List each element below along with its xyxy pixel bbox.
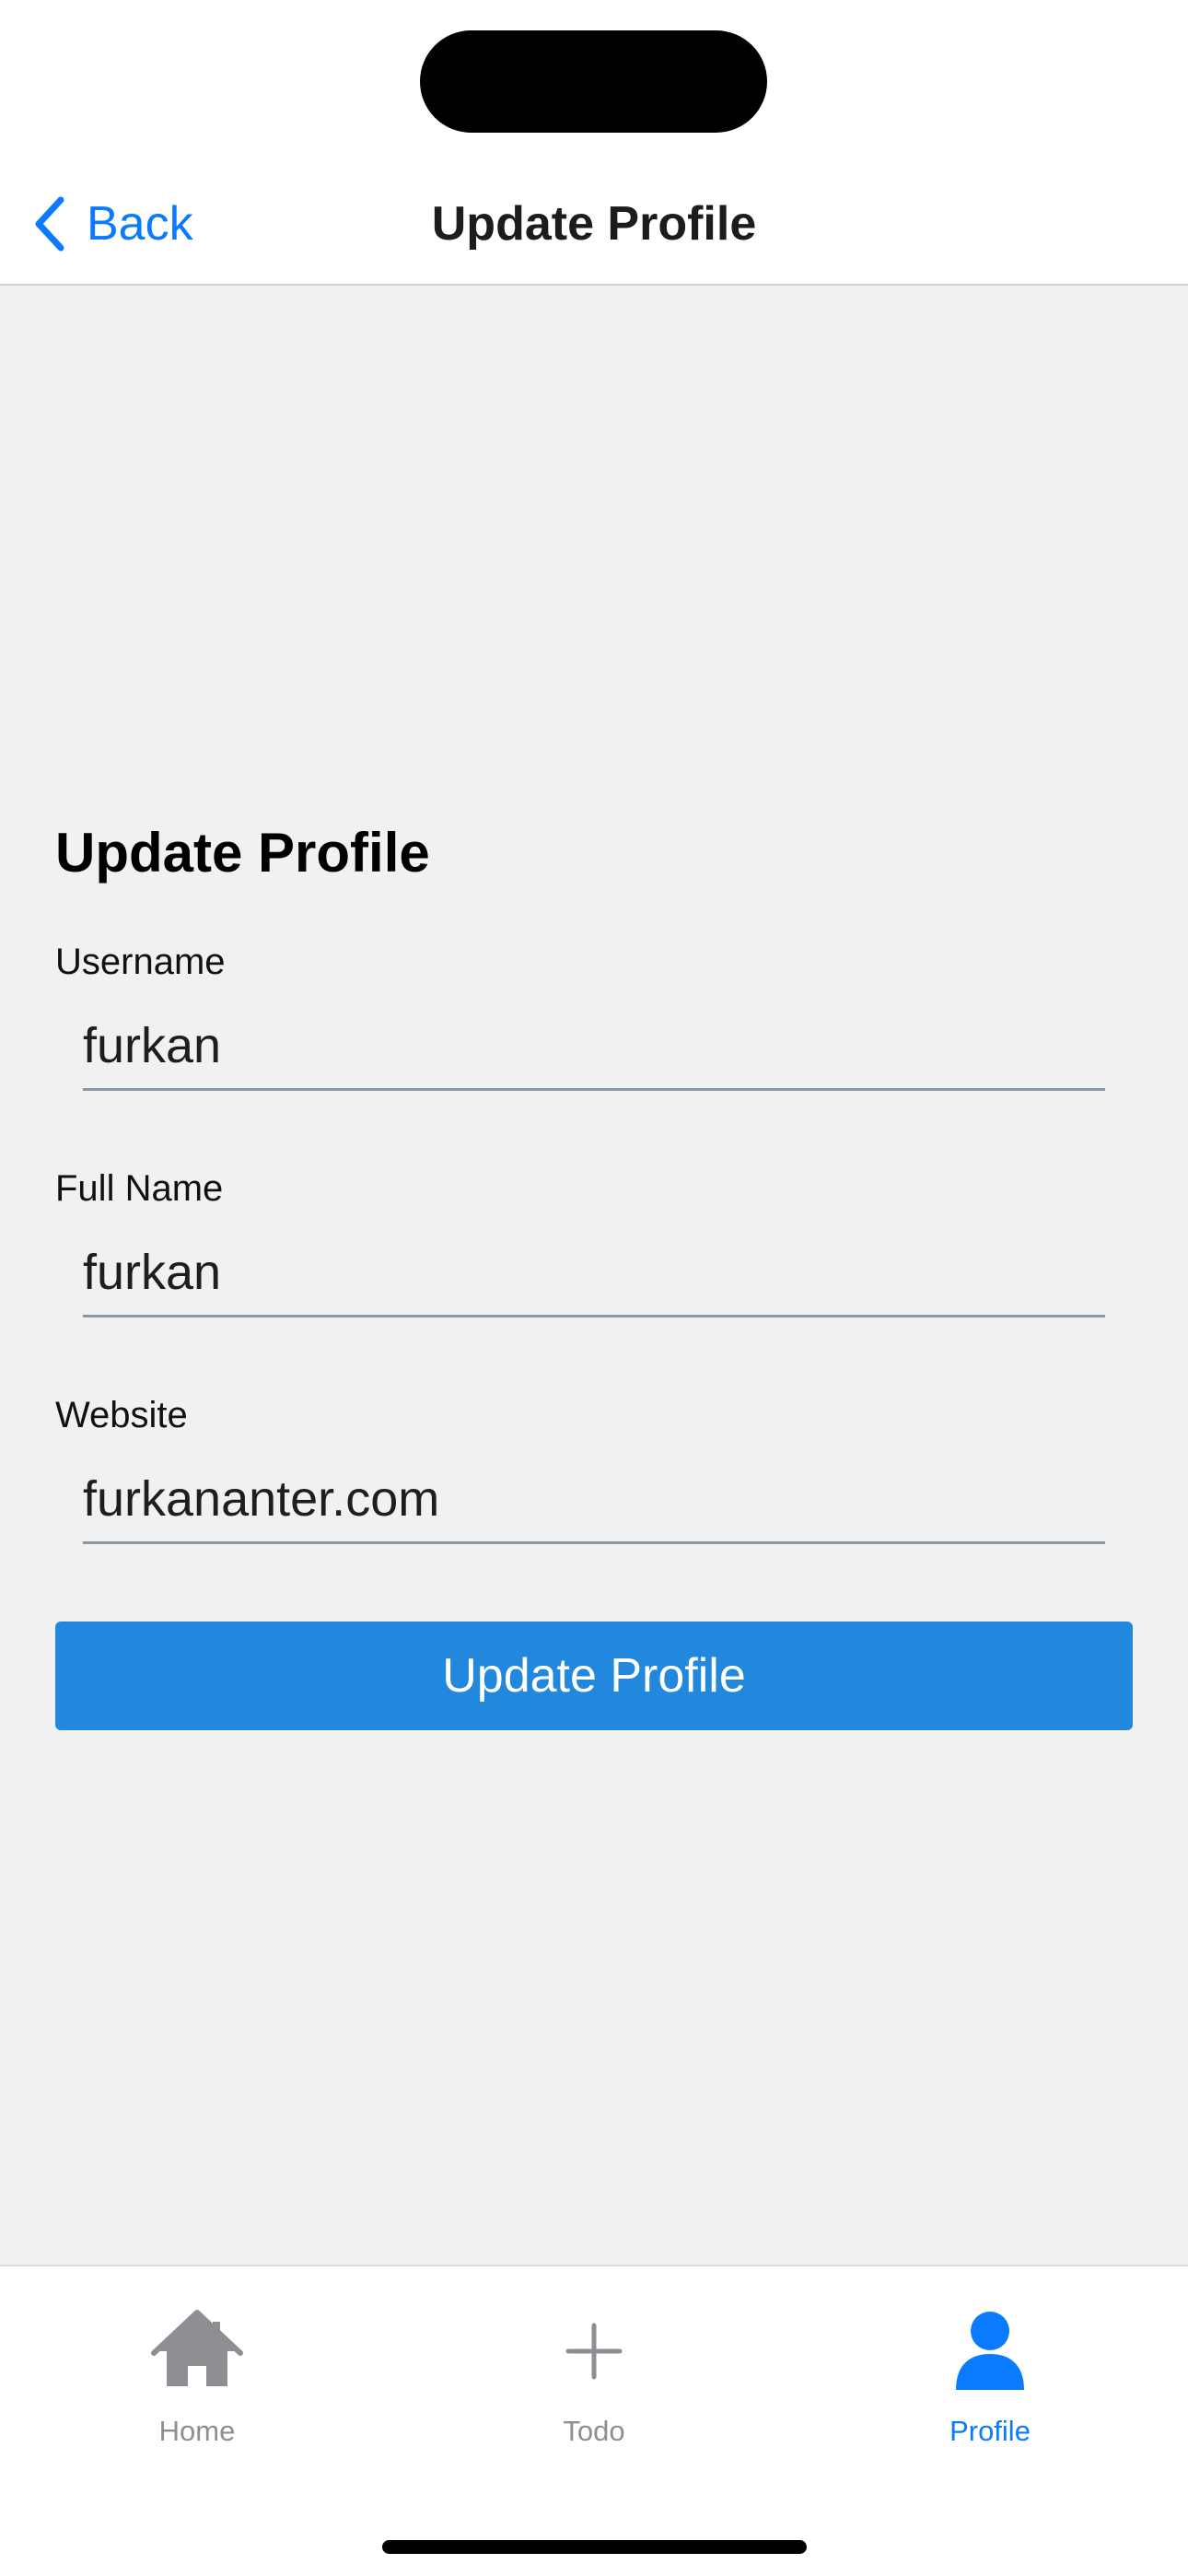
tab-profile-label: Profile: [949, 2415, 1031, 2447]
full-name-label: Full Name: [55, 1168, 224, 1209]
tab-profile[interactable]: Profile: [852, 2305, 1128, 2471]
plus-icon: [565, 2323, 623, 2380]
tab-todo-label: Todo: [563, 2415, 625, 2447]
home-icon: [151, 2310, 243, 2386]
username-label: Username: [55, 942, 226, 982]
username-input[interactable]: [83, 1002, 1105, 1091]
tab-bar: Home Todo Profile: [0, 2265, 1188, 2576]
website-label: Website: [55, 1395, 188, 1435]
website-input[interactable]: [83, 1456, 1105, 1544]
person-icon: [956, 2312, 1024, 2390]
tab-home-label: Home: [158, 2415, 236, 2447]
navigation-bar: Back Update Profile: [0, 0, 1188, 286]
dynamic-island: [420, 30, 767, 133]
home-indicator: [382, 2540, 807, 2554]
tab-home[interactable]: Home: [59, 2305, 335, 2471]
form-title: Update Profile: [55, 822, 430, 884]
tab-todo[interactable]: Todo: [456, 2305, 732, 2471]
nav-title: Update Profile: [431, 197, 757, 251]
update-profile-button[interactable]: Update Profile: [55, 1622, 1133, 1730]
full-name-input[interactable]: [83, 1229, 1105, 1317]
